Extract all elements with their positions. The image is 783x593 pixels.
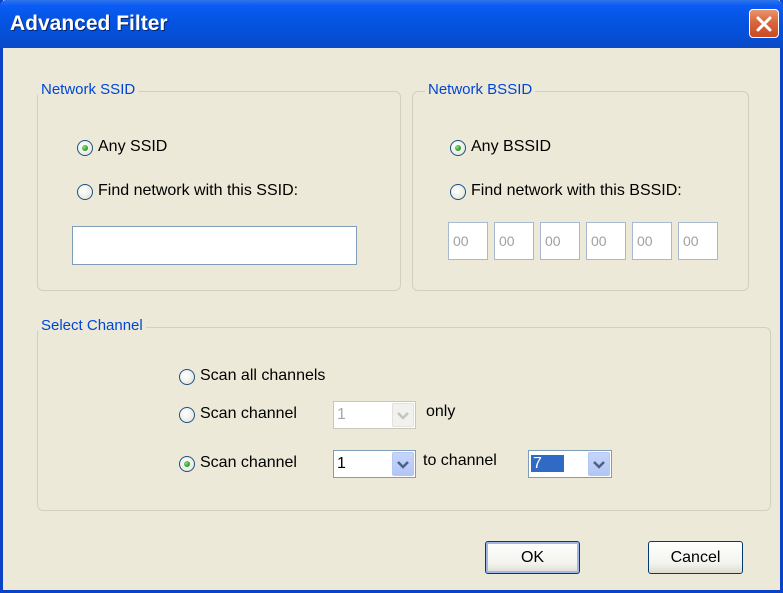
find-bssid-radio[interactable] (450, 184, 466, 200)
range-to-select[interactable]: 7 (528, 450, 612, 478)
bssid-octet-2[interactable]: 00 (494, 222, 534, 260)
to-channel-label: to channel (423, 452, 497, 469)
bssid-octet-3[interactable]: 00 (540, 222, 580, 260)
range-from-value: 1 (337, 455, 346, 472)
single-channel-dropdown-button[interactable] (392, 403, 414, 427)
chevron-down-icon (397, 412, 409, 420)
single-channel-value: 1 (337, 406, 346, 423)
close-icon (756, 16, 772, 32)
network-ssid-legend: Network SSID (38, 81, 139, 98)
scan-all-radio[interactable] (179, 369, 195, 385)
any-ssid-label[interactable]: Any SSID (98, 138, 167, 156)
find-ssid-radio[interactable] (77, 184, 93, 200)
chevron-down-icon (397, 461, 409, 469)
bssid-octet-4[interactable]: 00 (586, 222, 626, 260)
advanced-filter-dialog: Advanced Filter Network SSID Any SSID Fi… (0, 0, 783, 593)
only-label: only (426, 403, 456, 420)
scan-single-label[interactable]: Scan channel (200, 405, 297, 423)
bssid-octet-1[interactable]: 00 (448, 222, 488, 260)
scan-all-label[interactable]: Scan all channels (200, 367, 325, 385)
title-bar[interactable]: Advanced Filter (0, 0, 783, 48)
find-bssid-label[interactable]: Find network with this BSSID: (471, 182, 682, 200)
chevron-down-icon (593, 461, 605, 469)
network-bssid-legend: Network BSSID (425, 81, 536, 98)
ok-button[interactable]: OK (485, 541, 580, 574)
ssid-input[interactable] (72, 226, 357, 265)
range-from-dropdown-button[interactable] (392, 452, 414, 476)
select-channel-legend: Select Channel (38, 317, 146, 334)
window-title: Advanced Filter (10, 12, 168, 35)
bssid-octet-6[interactable]: 00 (678, 222, 718, 260)
any-bssid-label[interactable]: Any BSSID (471, 138, 551, 156)
range-to-value: 7 (531, 455, 564, 472)
single-channel-select[interactable]: 1 (333, 401, 416, 429)
any-bssid-radio[interactable] (450, 140, 466, 156)
range-from-select[interactable]: 1 (333, 450, 416, 478)
find-ssid-label[interactable]: Find network with this SSID: (98, 182, 298, 200)
range-to-value-wrapper: 7 (531, 455, 564, 473)
cancel-button[interactable]: Cancel (648, 541, 743, 574)
scan-range-label[interactable]: Scan channel (200, 454, 297, 472)
range-to-dropdown-button[interactable] (588, 452, 610, 476)
bssid-octet-5[interactable]: 00 (632, 222, 672, 260)
any-ssid-radio[interactable] (77, 140, 93, 156)
scan-single-radio[interactable] (179, 407, 195, 423)
close-button[interactable] (749, 9, 779, 38)
scan-range-radio[interactable] (179, 456, 195, 472)
